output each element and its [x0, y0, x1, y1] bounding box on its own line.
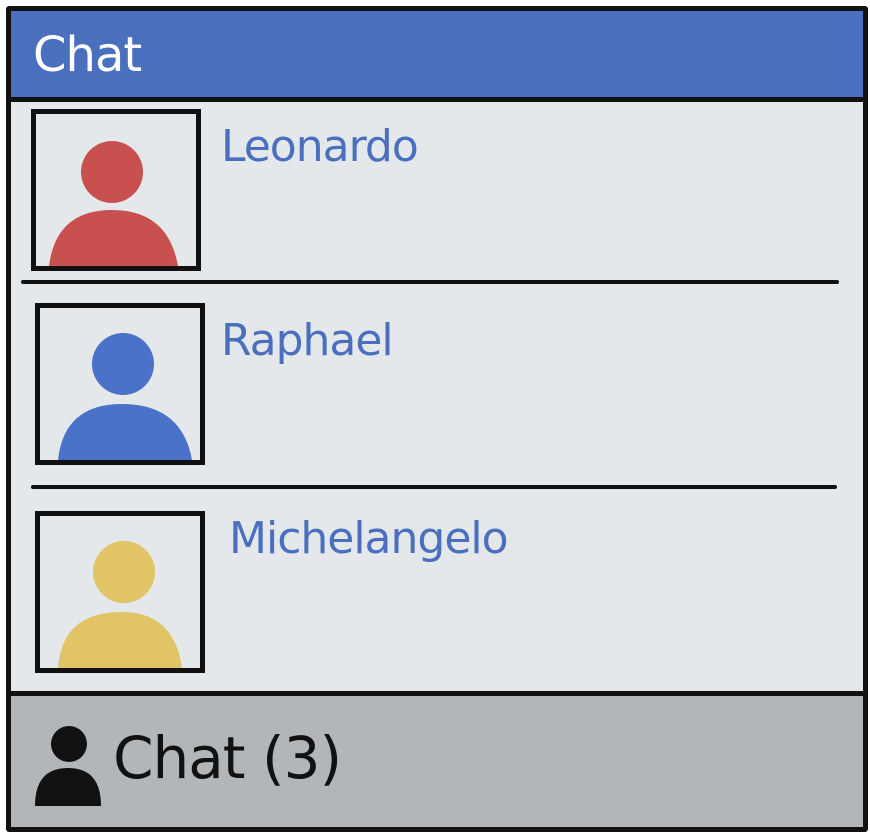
contact-divider — [21, 280, 839, 284]
user-avatar-icon — [35, 303, 205, 465]
contact-name-leonardo: Leonardo — [221, 121, 419, 172]
contact-name-raphael: Raphael — [221, 315, 394, 366]
contact-name-michelangelo: Michelangelo — [229, 513, 509, 564]
chat-window: Chat Leonardo Raphael Michelangelo Chat … — [6, 6, 868, 832]
person-icon — [33, 726, 103, 810]
chat-title-bar: Chat — [11, 11, 863, 102]
user-avatar-icon — [31, 109, 201, 271]
chat-title: Chat — [33, 27, 142, 83]
chat-footer-button[interactable]: Chat (3) — [11, 691, 863, 827]
contact-divider — [31, 485, 837, 489]
user-avatar-icon — [35, 511, 205, 673]
chat-count-label: Chat (3) — [113, 724, 342, 792]
